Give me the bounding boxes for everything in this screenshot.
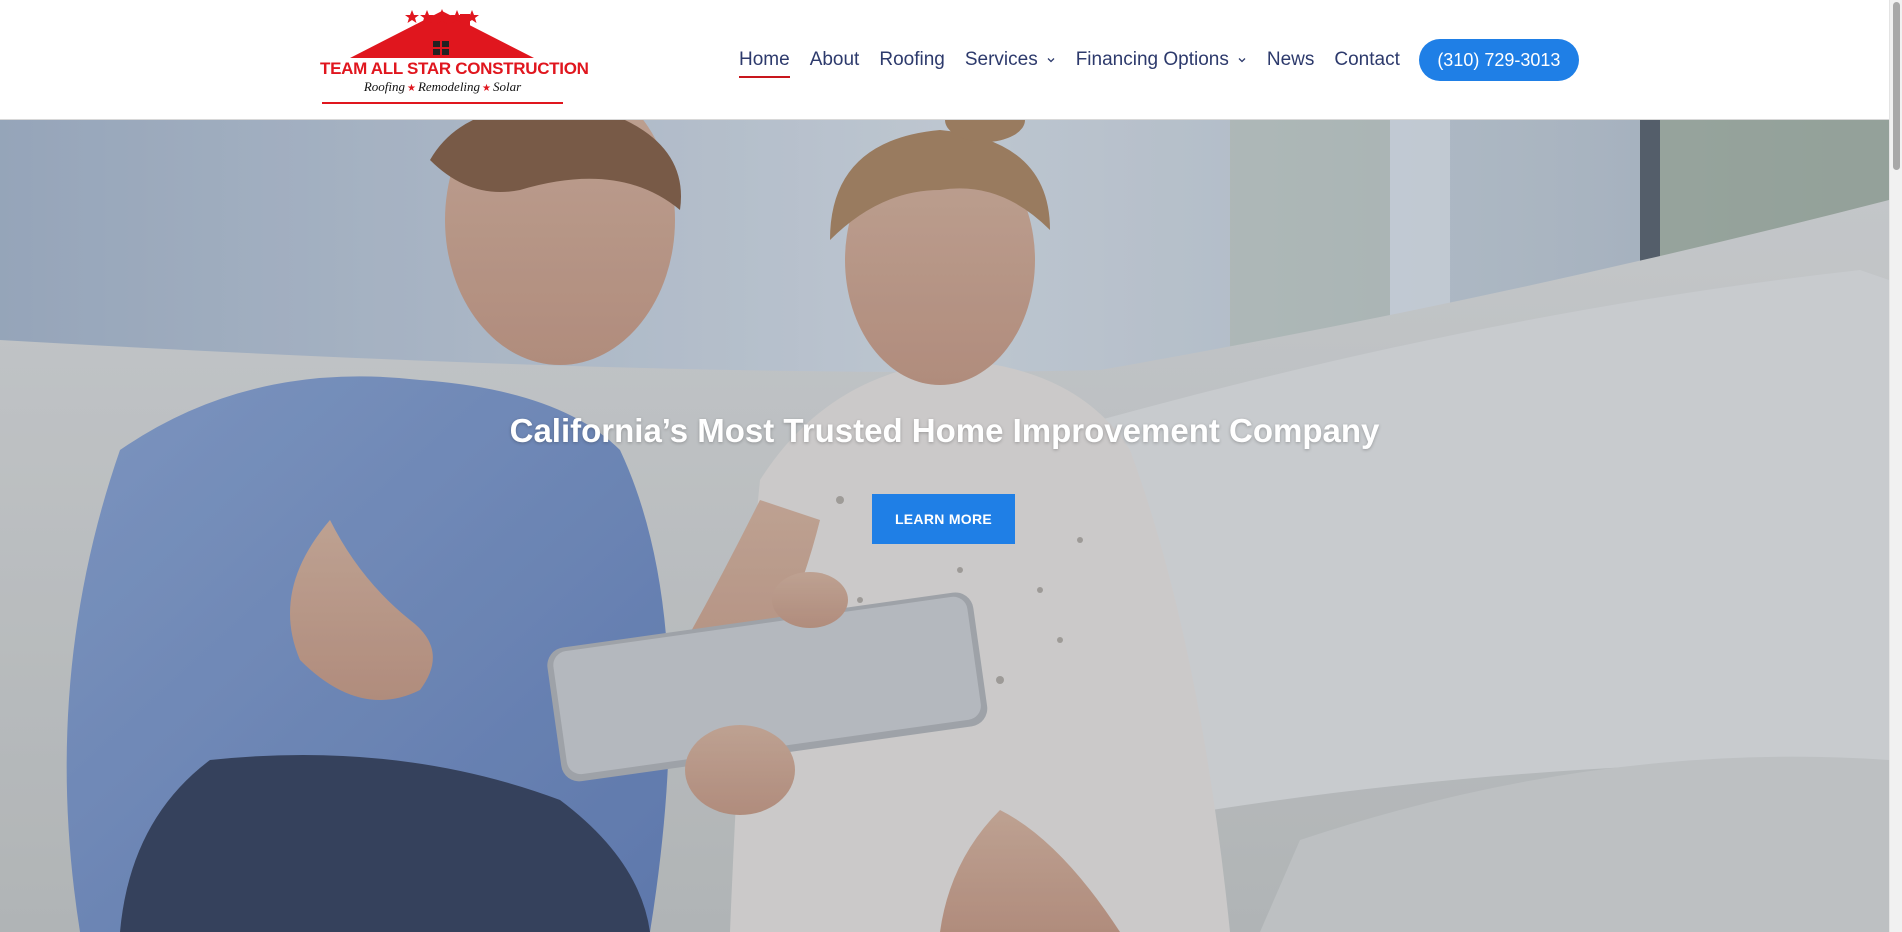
nav-item-home[interactable]: Home (739, 38, 790, 82)
hero-title: California’s Most Trusted Home Improveme… (509, 412, 1380, 449)
nav-item-label: Roofing (879, 49, 945, 70)
logo-subtitle: Roofing ★ Remodeling ★ Solar (320, 79, 565, 95)
nav-item-label: Financing Options (1075, 49, 1229, 70)
logo-subtitle-roofing: Roofing (363, 79, 405, 94)
logo-subtitle-solar: Solar (493, 79, 522, 94)
nav-item-label: Services (964, 49, 1038, 70)
hero-section: California’s Most Trusted Home Improveme… (0, 120, 1889, 932)
nav-item-financing-options[interactable]: Financing Options (1076, 38, 1247, 82)
nav-item-services[interactable]: Services (965, 38, 1056, 82)
nav-item-label: Home (739, 49, 790, 70)
phone-button[interactable]: (310) 729-3013 (1418, 39, 1579, 81)
star-icon: ★ (482, 83, 492, 94)
logo-subtitle-remodeling: Remodeling (417, 79, 481, 94)
site-header: TEAM ALL STAR CONSTRUCTION Roofing ★ Remod… (0, 0, 1889, 120)
nav-item-label: News (1266, 49, 1315, 70)
chevron-down-icon (1047, 58, 1055, 63)
main-nav: Home About Roofing Services Financing Op… (739, 38, 1579, 82)
page-scrollbar[interactable] (1889, 0, 1902, 932)
nav-item-label: About (809, 49, 860, 70)
site-logo[interactable]: TEAM ALL STAR CONSTRUCTION Roofing ★ Remod… (320, 8, 589, 110)
logo-stars-icon (405, 9, 479, 24)
logo-title: TEAM ALL STAR CONSTRUCTION (320, 59, 589, 78)
scrollbar-thumb[interactable] (1893, 2, 1900, 170)
learn-more-button[interactable]: LEARN MORE (872, 494, 1015, 544)
nav-item-roofing[interactable]: Roofing (879, 38, 945, 82)
nav-item-label: Contact (1334, 49, 1400, 70)
star-icon: ★ (406, 83, 416, 94)
nav-item-news[interactable]: News (1267, 38, 1315, 82)
nav-item-about[interactable]: About (810, 38, 860, 82)
nav-item-contact[interactable]: Contact (1334, 38, 1399, 82)
chevron-down-icon (1238, 58, 1246, 63)
